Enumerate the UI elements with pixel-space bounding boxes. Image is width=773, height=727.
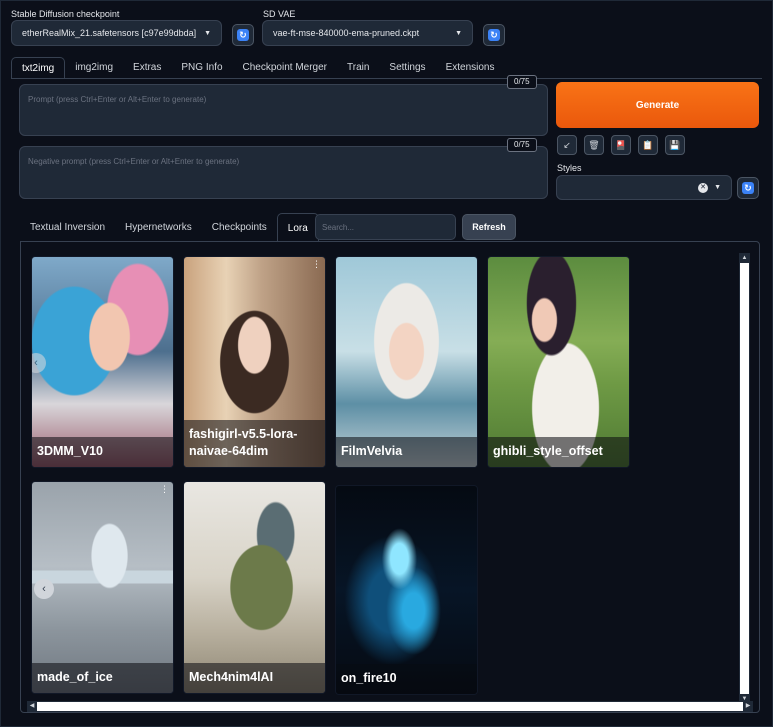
tab-textual-inversion[interactable]: Textual Inversion — [20, 213, 115, 241]
tab-divider — [11, 78, 762, 79]
refresh-icon: ↻ — [742, 182, 754, 194]
card-name: ghibli_style_offset — [488, 437, 629, 467]
lora-card[interactable]: Mech4nim4lAI — [183, 481, 326, 694]
clear-styles-icon[interactable]: ✕ — [698, 182, 709, 193]
card-name: Mech4nim4lAI — [184, 663, 325, 693]
vae-label: SD VAE — [263, 9, 296, 19]
lora-card[interactable]: ghibli_style_offset — [487, 256, 630, 468]
prompt-token-counter: 0/75 — [507, 75, 537, 89]
arrow-icon[interactable]: ↙ — [557, 135, 577, 155]
vae-value: vae-ft-mse-840000-ema-pruned.ckpt — [273, 28, 420, 38]
chevron-left-icon[interactable]: ‹ — [34, 579, 54, 599]
refresh-styles-button[interactable]: ↻ — [737, 177, 759, 199]
card-thumbnail — [184, 482, 325, 693]
card-name: 3DMM_V10 — [32, 437, 173, 467]
card-thumbnail — [32, 257, 173, 467]
card-name: FilmVelvia — [336, 437, 477, 467]
extra-networks-tabs: Textual Inversion Hypernetworks Checkpoi… — [20, 213, 319, 241]
refresh-checkpoint-button[interactable]: ↻ — [232, 24, 254, 46]
chevron-down-icon: ▼ — [714, 184, 721, 191]
refresh-icon: ↻ — [237, 29, 249, 41]
vertical-scrollbar[interactable]: ▲ ▼ — [739, 253, 750, 704]
card-name: on_fire10 — [336, 664, 477, 694]
generate-button[interactable]: Generate — [556, 82, 759, 128]
tab-img2img[interactable]: img2img — [65, 57, 123, 79]
card-thumbnail — [336, 486, 477, 694]
more-options-icon[interactable]: ⋮ — [312, 259, 321, 270]
negative-prompt-placeholder: Negative prompt (press Ctrl+Enter or Alt… — [28, 157, 240, 166]
tab-checkpoints[interactable]: Checkpoints — [202, 213, 277, 241]
scroll-right-icon[interactable]: ▶ — [743, 701, 753, 712]
tab-txt2img[interactable]: txt2img — [11, 57, 66, 79]
tab-png-info[interactable]: PNG Info — [171, 57, 232, 79]
tab-settings[interactable]: Settings — [379, 57, 435, 79]
horizontal-scrollbar[interactable]: ◀ ▶ — [27, 701, 753, 712]
tab-checkpoint-merger[interactable]: Checkpoint Merger — [233, 57, 337, 79]
tab-extensions[interactable]: Extensions — [436, 57, 505, 79]
tab-extras[interactable]: Extras — [123, 57, 171, 79]
lora-card[interactable]: FilmVelvia — [335, 256, 478, 468]
search-input[interactable] — [315, 214, 456, 240]
refresh-vae-button[interactable]: ↻ — [483, 24, 505, 46]
refresh-button[interactable]: Refresh — [462, 214, 516, 240]
chevron-down-icon: ▼ — [204, 29, 211, 37]
prompt-placeholder: Prompt (press Ctrl+Enter or Alt+Enter to… — [28, 95, 207, 104]
card-thumbnail — [336, 257, 477, 467]
lora-card[interactable]: ‹ 3DMM_V10 — [31, 256, 174, 468]
more-options-icon[interactable]: ⋮ — [160, 484, 169, 495]
tab-train[interactable]: Train — [337, 57, 379, 79]
styles-dropdown[interactable]: ✕ ▼ — [556, 175, 732, 200]
tab-hypernetworks[interactable]: Hypernetworks — [115, 213, 202, 241]
card-name: fashigirl-v5.5-lora-naivae-64dim — [184, 420, 325, 467]
styles-label: Styles — [557, 163, 582, 173]
checkpoint-dropdown[interactable]: etherRealMix_21.safetensors [c97e99dbda]… — [11, 20, 222, 46]
clipboard-icon[interactable]: 📋 — [638, 135, 658, 155]
chevron-down-icon: ▼ — [455, 29, 462, 37]
negative-prompt-input[interactable]: Negative prompt (press Ctrl+Enter or Alt… — [19, 146, 548, 199]
scroll-up-icon[interactable]: ▲ — [739, 253, 750, 263]
scroll-thumb[interactable] — [740, 263, 749, 694]
checkpoint-value: etherRealMix_21.safetensors [c97e99dbda] — [22, 28, 197, 38]
refresh-icon: ↻ — [488, 29, 500, 41]
prompt-input[interactable]: Prompt (press Ctrl+Enter or Alt+Enter to… — [19, 84, 548, 136]
lora-card[interactable]: ⋮ fashigirl-v5.5-lora-naivae-64dim — [183, 256, 326, 468]
save-icon[interactable]: 💾 — [665, 135, 685, 155]
card-thumbnail — [488, 257, 629, 467]
trash-icon[interactable]: 🗑 — [584, 135, 604, 155]
tab-lora[interactable]: Lora — [276, 213, 319, 241]
scroll-thumb[interactable] — [37, 702, 743, 711]
negative-prompt-token-counter: 0/75 — [507, 138, 537, 152]
checkpoint-label: Stable Diffusion checkpoint — [11, 9, 120, 19]
extra-networks-icon[interactable]: 🎴 — [611, 135, 631, 155]
card-name: made_of_ice — [32, 663, 173, 693]
lora-card[interactable]: on_fire10 — [335, 485, 478, 695]
main-tabs: txt2img img2img Extras PNG Info Checkpoi… — [11, 57, 504, 79]
vae-dropdown[interactable]: vae-ft-mse-840000-ema-pruned.ckpt ▼ — [262, 20, 473, 46]
lora-card[interactable]: ⋮ ‹ made_of_ice — [31, 481, 174, 694]
scroll-left-icon[interactable]: ◀ — [27, 701, 37, 712]
